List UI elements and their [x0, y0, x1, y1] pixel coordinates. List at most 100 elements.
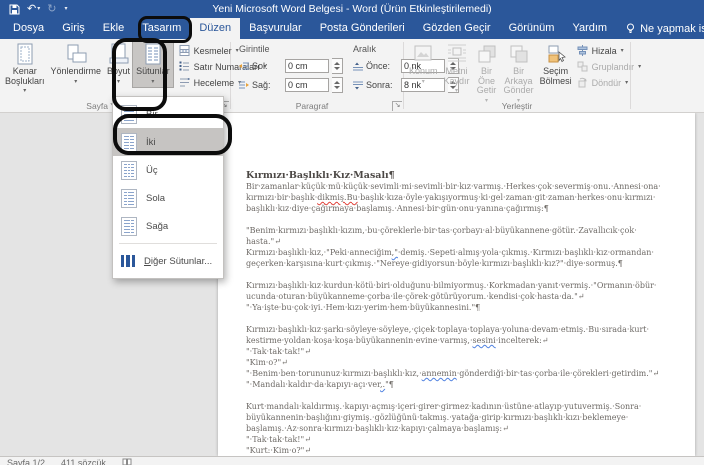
status-bar: Sayfa 1/2 411 sözcük	[0, 456, 704, 465]
send-backward-label: Bir Arkaya Gönder	[504, 67, 534, 96]
document-page[interactable]: Kırmızı·Başlıklı·Kız·Masalı¶ Bir·​zamanl…	[218, 113, 695, 456]
columns-option-one[interactable]: Bir	[113, 100, 223, 128]
align-label: Hizala	[592, 46, 617, 56]
hyphenation-label: Heceleme	[194, 78, 235, 88]
rotate-icon	[577, 77, 588, 88]
menu-separator	[119, 243, 217, 244]
save-icon[interactable]	[9, 4, 20, 15]
quick-access-toolbar: ↶▾ ↻ ▾	[0, 4, 67, 15]
bring-forward-label: Bir Öne Getir	[476, 67, 498, 96]
tell-me-label: Ne yapmak istediğinizi söyleyin	[640, 23, 704, 35]
group-label-paragraph: Paragraf	[231, 101, 393, 111]
ribbon-tabs: DosyaGirişEkleTasarımDüzenBaşvurularPost…	[4, 18, 616, 39]
columns-option-three[interactable]: Üç	[113, 156, 223, 184]
indent-left-label: Sol:	[252, 61, 282, 71]
text-run: Kırmızı·​başlıklı·​kız·​kurdun·​kötü·​bi…	[246, 281, 656, 312]
undo-caret-icon[interactable]: ▾	[37, 4, 40, 15]
columns-left-icon	[121, 189, 137, 208]
orientation-icon	[65, 43, 87, 65]
dropdown-caret-icon: ▾	[151, 78, 154, 88]
dropdown-caret-icon: ▾	[117, 78, 120, 88]
rotate-button[interactable]: Döndür ▾	[577, 77, 642, 88]
wrap-text-label: Metni Kaydır	[444, 67, 470, 86]
tab-yardım[interactable]: Yardım	[563, 18, 616, 39]
columns-right-icon	[121, 217, 137, 236]
columns-option-label: Üç	[146, 165, 158, 176]
indent-right-input[interactable]: 0 cm	[285, 78, 329, 92]
indent-left-stepper[interactable]	[332, 58, 343, 74]
columns-option-label: Sola	[146, 193, 165, 204]
wrap-text-button[interactable]: Metni Kaydır ▾	[441, 41, 473, 97]
undo-icon[interactable]: ↶▾	[27, 4, 40, 15]
redo-icon[interactable]: ↻	[47, 4, 56, 15]
lightbulb-icon	[626, 23, 635, 34]
text-run: "¶	[385, 380, 394, 389]
indent-left-input[interactable]: 0 cm	[285, 59, 329, 73]
position-button[interactable]: Konum ▾	[406, 41, 441, 87]
columns-option-left[interactable]: Sola	[113, 184, 223, 212]
group-icon	[577, 61, 588, 72]
group-label: Gruplandır	[592, 62, 635, 72]
qat-customize-icon[interactable]: ▾	[63, 4, 67, 15]
tab-başvurular[interactable]: Başvurular	[240, 18, 311, 39]
columns-option-more[interactable]: Diğer Sütunlar...	[113, 247, 223, 275]
columns-option-right[interactable]: Sağa	[113, 212, 223, 240]
dropdown-caret-icon: ▾	[74, 78, 77, 88]
columns-three-icon	[121, 161, 137, 180]
size-button[interactable]: Boyut ▾	[104, 41, 133, 87]
text-run: Kurt·​mandalı·​kaldırmış.·​kapıyı·​açmış…	[246, 402, 641, 455]
columns-button[interactable]: Sütunlar ▾	[133, 41, 173, 87]
proofing-status-icon[interactable]	[122, 458, 132, 465]
spellcheck-blue-squiggle: sesini	[473, 336, 496, 345]
indent-left-icon	[239, 62, 249, 71]
document-area: Kırmızı·Başlıklı·Kız·Masalı¶ Bir·​zamanl…	[0, 113, 704, 456]
paragraph-dialog-launcher[interactable]: ↘	[392, 101, 402, 111]
spacing-before-label: Önce:	[366, 61, 398, 71]
columns-two-icon	[121, 133, 137, 152]
status-word-count[interactable]: 411 sözcük	[61, 458, 106, 465]
status-page-count[interactable]: Sayfa 1/2	[7, 458, 45, 465]
send-backward-button[interactable]: Bir Arkaya Gönder ▾	[501, 41, 537, 106]
selection-pane-label: Seçim Bölmesi	[540, 67, 572, 86]
ribbon-tab-strip: DosyaGirişEkleTasarımDüzenBaşvurularPost…	[0, 18, 704, 39]
tab-gözden-geçir[interactable]: Gözden Geçir	[414, 18, 500, 39]
group-button[interactable]: Gruplandır ▾	[577, 61, 642, 72]
tell-me-box[interactable]: Ne yapmak istediğinizi söyleyin	[616, 18, 704, 39]
spacing-before-icon	[353, 62, 363, 71]
dropdown-caret-icon: ▾	[638, 63, 641, 70]
tab-ekle[interactable]: Ekle	[94, 18, 133, 39]
align-button[interactable]: Hizala ▾	[577, 45, 642, 56]
indent-right-label: Sağ:	[252, 80, 282, 90]
bring-forward-button[interactable]: Bir Öne Getir ▾	[473, 41, 501, 106]
dropdown-caret-icon: ▾	[23, 87, 26, 97]
selection-pane-button[interactable]: Seçim Bölmesi	[537, 41, 575, 86]
document-content: Kırmızı·Başlıklı·Kız·Masalı¶ Bir·​zamanl…	[246, 170, 665, 456]
indent-heading: Girintile	[239, 44, 343, 54]
columns-option-two[interactable]: İki	[113, 128, 223, 156]
tab-düzen[interactable]: Düzen	[190, 18, 240, 39]
margins-button[interactable]: Kenar Boşlukları ▾	[2, 41, 48, 97]
line-numbers-icon	[179, 61, 190, 72]
orientation-button[interactable]: Yönlendirme ▾	[48, 41, 105, 87]
document-heading: Kırmızı·Başlıklı·Kız·Masalı¶	[246, 170, 665, 181]
text-run: Kırmızı·​başlıklı·​kız·​şarkı·​söyleye·​…	[246, 325, 649, 345]
group-paragraph: Girintile Sol: 0 cm Sağ: 0 cm	[231, 39, 403, 112]
tab-dosya[interactable]: Dosya	[4, 18, 53, 39]
tab-tasarım[interactable]: Tasarım	[133, 18, 190, 39]
orientation-label: Yönlendirme	[51, 67, 102, 77]
tab-giriş[interactable]: Giriş	[53, 18, 94, 39]
columns-dropdown-menu: Bir İki Üç Sola Sağa Diğer Sütunlar...	[112, 96, 224, 279]
document-paragraph: Kırmızı·​başlıklı·​kız·​şarkı·​söyleye·​…	[246, 324, 665, 390]
columns-icon	[142, 43, 164, 65]
margins-icon	[14, 43, 36, 65]
tab-posta-gönderileri[interactable]: Posta Gönderileri	[311, 18, 414, 39]
spacing-after-label: Sonra:	[366, 80, 398, 90]
spellcheck-blue-squiggle: annemin	[422, 369, 457, 378]
columns-option-label: İki	[146, 137, 156, 148]
tab-görünüm[interactable]: Görünüm	[500, 18, 564, 39]
rotate-label: Döndür	[592, 78, 622, 88]
indent-right-stepper[interactable]	[332, 77, 343, 93]
margins-label: Kenar Boşlukları	[5, 67, 45, 86]
document-paragraph: Bir·​zamanlar·​küçük·​mü·​küçük·​sevimli…	[246, 181, 665, 214]
word-window: Yeni Microsoft Word Belgesi - Word (Ürün…	[0, 0, 704, 465]
